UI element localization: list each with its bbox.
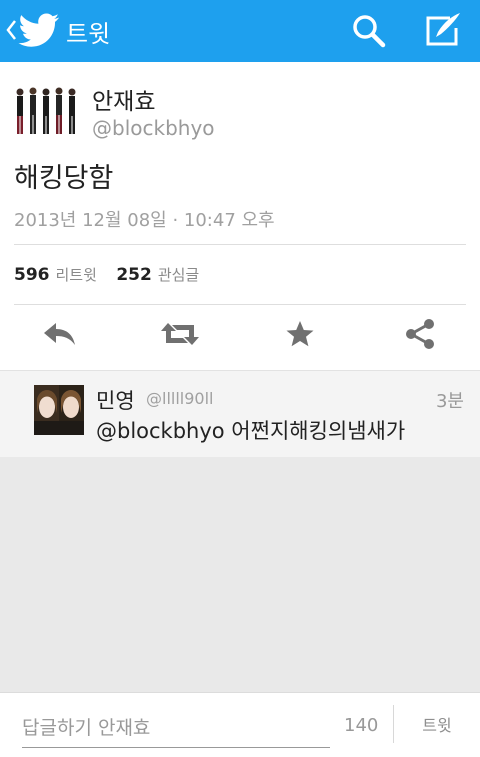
search-icon[interactable]: [352, 14, 386, 48]
author-name[interactable]: 안재효: [92, 82, 155, 116]
tweet-text: 해킹당함: [14, 163, 114, 194]
author-avatar[interactable]: [14, 86, 78, 138]
star-icon: [286, 321, 314, 347]
tweet-stats: 596 리트윗 252 관심글: [14, 264, 213, 285]
reply-list-item[interactable]: 민영 @lllll90ll 3분 @blockbhyo 어쩐지해킹의냄새가: [0, 370, 480, 457]
divider: [14, 304, 466, 305]
retweet-count[interactable]: 596: [14, 265, 50, 285]
divider: [14, 244, 466, 245]
favorite-label[interactable]: 관심글: [158, 266, 199, 284]
reply-avatar[interactable]: [34, 385, 84, 435]
retweet-button[interactable]: [160, 316, 200, 352]
author-handle[interactable]: @blockbhyo: [92, 116, 215, 140]
twitter-bird-icon[interactable]: [18, 12, 60, 48]
reply-time: 3분: [435, 391, 464, 412]
page-title: 트윗: [66, 20, 111, 48]
share-button[interactable]: [400, 316, 440, 352]
tweet-detail: 안재효 @blockbhyo 해킹당함 2013년 12월 08일 · 10:4…: [0, 62, 480, 370]
chevron-left-icon[interactable]: [4, 17, 18, 43]
reply-text: @blockbhyo 어쩐지해킹의냄새가: [96, 419, 406, 443]
reply-composer: 140 트윗: [0, 692, 480, 757]
tweet-timestamp: 2013년 12월 08일 · 10:47 오후: [14, 210, 275, 231]
divider: [393, 705, 394, 743]
retweet-icon: [161, 323, 199, 345]
reply-input[interactable]: [22, 711, 330, 748]
reply-author-name[interactable]: 민영: [96, 385, 135, 415]
reply-author-handle[interactable]: @lllll90ll: [146, 389, 213, 408]
favorite-count[interactable]: 252: [116, 265, 152, 285]
share-icon: [406, 319, 434, 349]
reply-icon: [44, 323, 75, 345]
retweet-label[interactable]: 리트윗: [56, 266, 97, 284]
compose-quill-icon[interactable]: [424, 12, 464, 48]
char-counter: 140: [344, 715, 379, 736]
reply-button[interactable]: [40, 316, 80, 352]
favorite-button[interactable]: [280, 316, 320, 352]
top-app-bar: 트윗: [0, 0, 480, 62]
tweet-button[interactable]: 트윗: [404, 707, 470, 741]
